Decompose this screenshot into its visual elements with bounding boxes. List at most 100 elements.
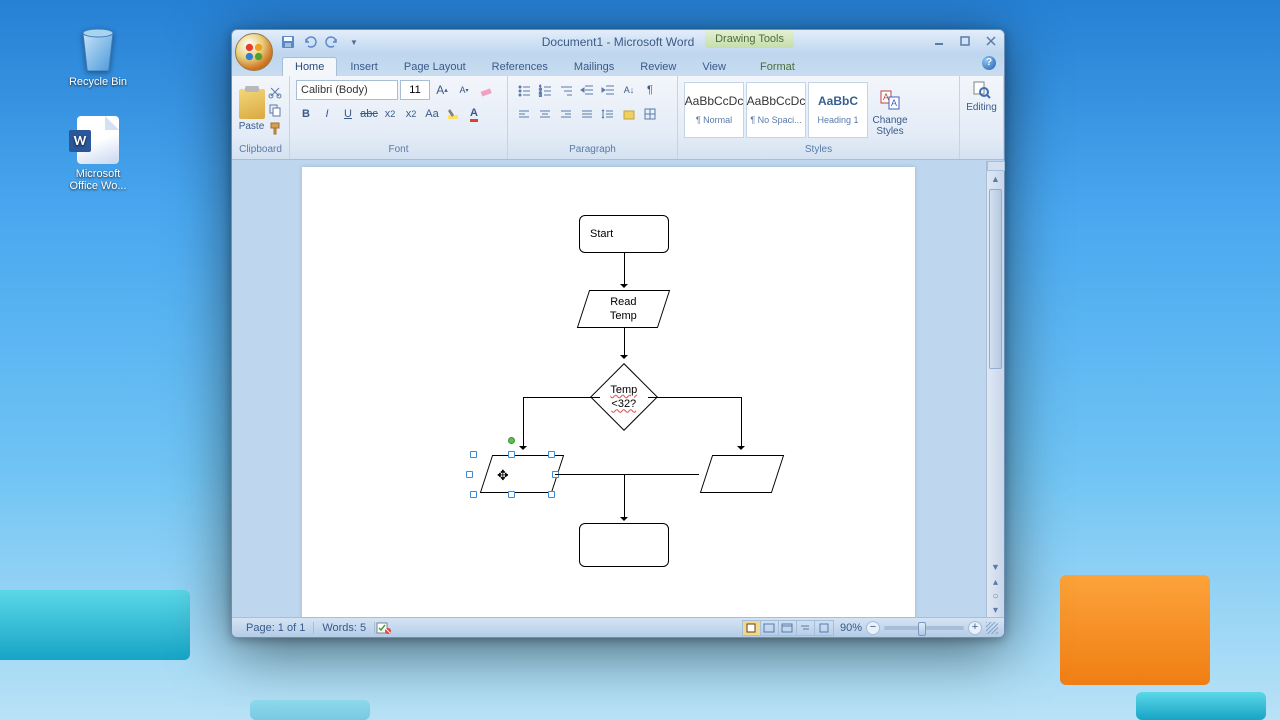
cut-icon[interactable] [267,84,283,100]
format-painter-icon[interactable] [267,120,283,136]
shape-io-read[interactable]: Read Temp [577,290,670,328]
strike-button[interactable]: abc [359,104,379,124]
style-nospacing[interactable]: AaBbCcDc¶ No Spaci... [746,82,806,138]
status-page[interactable]: Page: 1 of 1 [238,622,314,634]
browse-object-button[interactable]: ○ [987,589,1004,603]
print-layout-view[interactable] [743,621,761,635]
sort-icon[interactable]: A↓ [619,80,639,100]
scroll-up-button[interactable]: ▲ [987,171,1004,187]
tab-page-layout[interactable]: Page Layout [391,57,479,76]
grow-font-icon[interactable]: A▴ [432,80,452,100]
resize-handle[interactable] [470,491,477,498]
connector[interactable] [624,328,625,358]
split-handle[interactable] [987,161,1005,171]
style-heading1[interactable]: AaBbCHeading 1 [808,82,868,138]
rotate-handle[interactable] [508,437,515,444]
group-editing[interactable]: Editing [960,76,1004,159]
bold-button[interactable]: B [296,104,316,124]
save-icon[interactable] [280,34,296,50]
connector[interactable] [624,474,625,520]
outline-view[interactable] [797,621,815,635]
web-layout-view[interactable] [779,621,797,635]
change-styles-button[interactable]: AA Change Styles [870,84,910,137]
redo-icon[interactable] [324,34,340,50]
change-case-button[interactable]: Aa [422,104,442,124]
resize-handle[interactable] [508,451,515,458]
zoom-out-button[interactable]: − [866,621,880,635]
tab-review[interactable]: Review [627,57,689,76]
clear-format-icon[interactable] [476,80,496,100]
borders-icon[interactable] [640,104,660,124]
tab-references[interactable]: References [479,57,561,76]
prev-page-button[interactable]: ▴ [987,575,1004,589]
copy-icon[interactable] [267,102,283,118]
zoom-level[interactable]: 90% [840,622,862,634]
connector[interactable] [624,253,625,287]
shading-icon[interactable] [619,104,639,124]
page-scroll[interactable]: Start Read Temp Temp <32? [232,161,986,617]
numbering-icon[interactable]: 123 [535,80,555,100]
font-color-button[interactable]: A [464,104,484,124]
shape-start[interactable]: Start [579,215,669,253]
underline-button[interactable]: U [338,104,358,124]
minimize-button[interactable] [932,34,946,48]
italic-button[interactable]: I [317,104,337,124]
shape-end[interactable] [579,523,669,567]
help-button[interactable]: ? [982,56,996,70]
resize-handle[interactable] [470,451,477,458]
align-right-icon[interactable] [556,104,576,124]
resize-handle[interactable] [548,451,555,458]
maximize-button[interactable] [958,34,972,48]
line-spacing-icon[interactable] [598,104,618,124]
tab-mailings[interactable]: Mailings [561,57,627,76]
draft-view[interactable] [815,621,833,635]
connector[interactable] [624,474,699,475]
connector[interactable] [523,397,600,398]
resize-grip[interactable] [986,622,998,634]
connector[interactable] [555,474,624,475]
highlight-button[interactable] [443,104,463,124]
office-button[interactable] [235,33,273,71]
subscript-button[interactable]: x2 [380,104,400,124]
justify-icon[interactable] [577,104,597,124]
tab-home[interactable]: Home [282,57,337,76]
tab-view[interactable]: View [689,57,739,76]
paste-button[interactable]: Paste [238,89,265,132]
align-left-icon[interactable] [514,104,534,124]
zoom-slider[interactable] [884,626,964,630]
show-marks-icon[interactable]: ¶ [640,80,660,100]
bullets-icon[interactable] [514,80,534,100]
next-page-button[interactable]: ▾ [987,603,1004,617]
font-size-select[interactable] [400,80,430,100]
shape-io-right[interactable] [700,455,784,493]
fullscreen-view[interactable] [761,621,779,635]
undo-icon[interactable] [302,34,318,50]
resize-handle[interactable] [508,491,515,498]
style-normal[interactable]: AaBbCcDc¶ Normal [684,82,744,138]
tab-format[interactable]: Format [747,57,808,76]
recycle-bin[interactable]: Recycle Bin [60,24,136,88]
connector[interactable] [648,397,741,398]
close-button[interactable] [984,34,998,48]
connector[interactable] [523,397,524,449]
scroll-track[interactable] [987,187,1004,559]
titlebar[interactable]: ▼ Document1 - Microsoft Word Drawing Too… [232,30,1004,54]
indent-increase-icon[interactable] [598,80,618,100]
qat-customize-icon[interactable]: ▼ [346,34,362,50]
zoom-in-button[interactable]: + [968,621,982,635]
shrink-font-icon[interactable]: A▾ [454,80,474,100]
multilevel-icon[interactable] [556,80,576,100]
superscript-button[interactable]: x2 [401,104,421,124]
scroll-down-button[interactable]: ▼ [987,559,1004,575]
connector[interactable] [741,397,742,449]
align-center-icon[interactable] [535,104,555,124]
status-words[interactable]: Words: 5 [314,622,375,634]
resize-handle[interactable] [466,471,473,478]
resize-handle[interactable] [548,491,555,498]
proofing-icon[interactable] [375,621,393,635]
indent-decrease-icon[interactable] [577,80,597,100]
tab-insert[interactable]: Insert [337,57,391,76]
font-name-select[interactable] [296,80,398,100]
word-shortcut[interactable]: Microsoft Office Wo... [60,116,136,192]
scroll-thumb[interactable] [989,189,1002,369]
